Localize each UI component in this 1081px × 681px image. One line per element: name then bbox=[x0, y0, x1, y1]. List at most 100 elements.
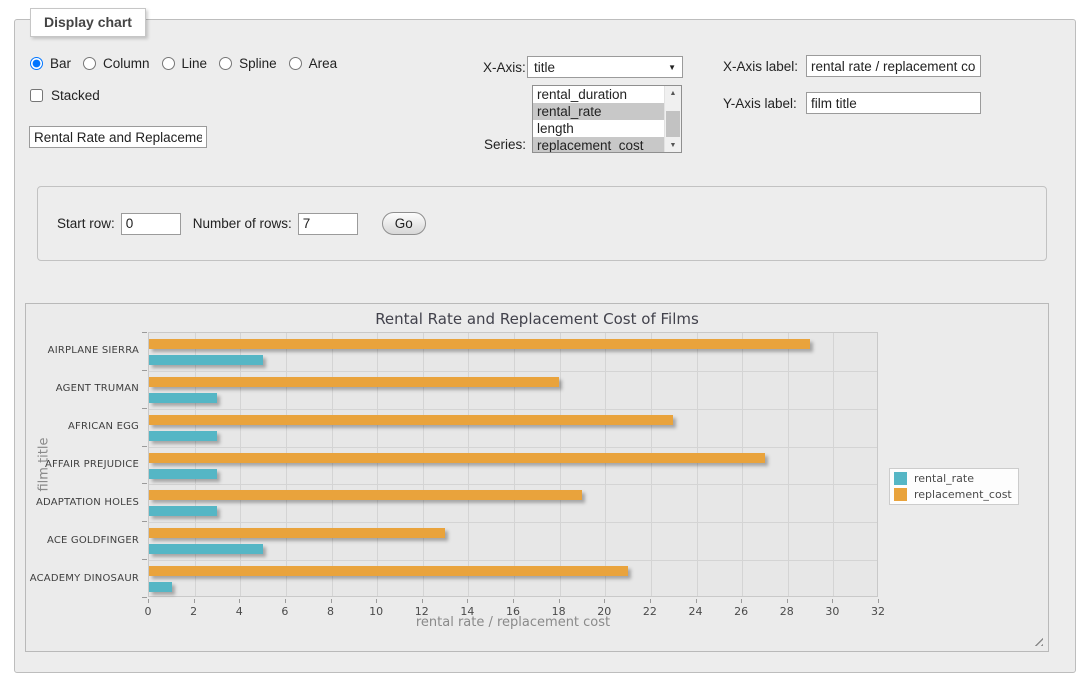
gridline-horizontal bbox=[149, 560, 877, 561]
chart-type-radio-bar[interactable] bbox=[30, 57, 43, 70]
chart-type-radio-spline[interactable] bbox=[219, 57, 232, 70]
chart-type-label-column[interactable]: Column bbox=[103, 56, 150, 71]
y-tick-mark bbox=[142, 559, 147, 560]
start-row-input[interactable] bbox=[121, 213, 181, 235]
bar-replacement_cost bbox=[149, 453, 765, 463]
y-tick-mark bbox=[142, 408, 147, 409]
gridline-horizontal bbox=[149, 447, 877, 448]
x-tick-label: 24 bbox=[689, 605, 703, 618]
stacked-checkbox[interactable] bbox=[30, 89, 43, 102]
chart-type-radio-area[interactable] bbox=[289, 57, 302, 70]
y-axis-label-input[interactable] bbox=[806, 92, 981, 114]
gridline-vertical bbox=[286, 333, 287, 596]
scroll-up-icon[interactable]: ▲ bbox=[665, 86, 681, 100]
x-tick-mark bbox=[696, 599, 697, 603]
bar-rental_rate bbox=[149, 582, 172, 592]
scrollbar-thumb[interactable] bbox=[666, 111, 680, 137]
page: Display chart BarColumnLineSplineArea St… bbox=[0, 0, 1081, 681]
x-tick-label: 14 bbox=[460, 605, 474, 618]
gridline-vertical bbox=[468, 333, 469, 596]
y-tick-mark bbox=[142, 483, 147, 484]
stacked-label[interactable]: Stacked bbox=[51, 88, 100, 103]
gridline-vertical bbox=[514, 333, 515, 596]
series-listbox[interactable]: rental_durationrental_ratelengthreplacem… bbox=[532, 85, 682, 153]
chart-type-label-area[interactable]: Area bbox=[309, 56, 338, 71]
chart-title: Rental Rate and Replacement Cost of Film… bbox=[26, 310, 1048, 328]
x-tick-mark bbox=[239, 599, 240, 603]
chevron-down-icon: ▼ bbox=[668, 63, 676, 72]
series-option-rental_duration[interactable]: rental_duration bbox=[533, 86, 664, 103]
x-tick-label: 16 bbox=[506, 605, 520, 618]
x-tick-label: 20 bbox=[597, 605, 611, 618]
x-tick-mark bbox=[559, 599, 560, 603]
category-label: ACE GOLDFINGER bbox=[26, 521, 139, 559]
x-tick-label: 30 bbox=[825, 605, 839, 618]
x-axis-select[interactable]: title ▼ bbox=[527, 56, 683, 78]
x-tick-label: 4 bbox=[236, 605, 243, 618]
y-tick-mark bbox=[142, 332, 147, 333]
gridline-vertical bbox=[560, 333, 561, 596]
start-row-label: Start row: bbox=[57, 216, 115, 231]
num-rows-input[interactable] bbox=[298, 213, 358, 235]
num-rows-label: Number of rows: bbox=[193, 216, 292, 231]
x-axis-label-caption: X-Axis label: bbox=[723, 59, 798, 74]
x-tick-label: 28 bbox=[780, 605, 794, 618]
resize-handle-icon[interactable] bbox=[1031, 634, 1043, 646]
gridline-vertical bbox=[697, 333, 698, 596]
chart-title-input[interactable] bbox=[29, 126, 207, 148]
gridline-horizontal bbox=[149, 484, 877, 485]
series-option-replacement_cost[interactable]: replacement_cost bbox=[533, 137, 664, 153]
x-tick-mark bbox=[878, 599, 879, 603]
gridline-vertical bbox=[651, 333, 652, 596]
chart-type-label-spline[interactable]: Spline bbox=[239, 56, 277, 71]
x-tick-mark bbox=[787, 599, 788, 603]
bar-replacement_cost bbox=[149, 415, 673, 425]
listbox-scrollbar[interactable]: ▲ ▼ bbox=[664, 86, 681, 152]
bar-replacement_cost bbox=[149, 490, 582, 500]
legend-item: rental_rate bbox=[894, 472, 1012, 485]
bar-rental_rate bbox=[149, 469, 217, 479]
x-tick-mark bbox=[741, 599, 742, 603]
category-label: ACADEMY DINOSAUR bbox=[26, 559, 139, 597]
x-tick-label: 32 bbox=[871, 605, 885, 618]
chart-type-radio-line[interactable] bbox=[162, 57, 175, 70]
chart-type-label-line[interactable]: Line bbox=[182, 56, 208, 71]
bar-replacement_cost bbox=[149, 339, 810, 349]
chart-container: Rental Rate and Replacement Cost of Film… bbox=[25, 303, 1049, 652]
x-axis-label-input[interactable] bbox=[806, 55, 981, 77]
chart-type-radio-column[interactable] bbox=[83, 57, 96, 70]
scroll-down-icon[interactable]: ▼ bbox=[665, 138, 681, 152]
bar-rental_rate bbox=[149, 431, 217, 441]
series-option-length[interactable]: length bbox=[533, 120, 664, 137]
x-axis-select-label: X-Axis: bbox=[483, 60, 526, 75]
chart-legend: rental_ratereplacement_cost bbox=[889, 468, 1019, 505]
row-range-panel: Start row: Number of rows: Go bbox=[37, 186, 1047, 261]
plot-area bbox=[148, 332, 878, 597]
x-tick-mark bbox=[331, 599, 332, 603]
legend-label: rental_rate bbox=[914, 472, 974, 485]
x-tick-label: 10 bbox=[369, 605, 383, 618]
y-axis-label-caption: Y-Axis label: bbox=[723, 96, 797, 111]
gridline-vertical bbox=[788, 333, 789, 596]
gridline-vertical bbox=[833, 333, 834, 596]
bar-rental_rate bbox=[149, 393, 217, 403]
stacked-checkbox-row: Stacked bbox=[30, 88, 100, 103]
go-button[interactable]: Go bbox=[382, 212, 426, 235]
chart-type-label-bar[interactable]: Bar bbox=[50, 56, 71, 71]
category-label: ADAPTATION HOLES bbox=[26, 483, 139, 521]
bar-rental_rate bbox=[149, 355, 263, 365]
x-tick-label: 8 bbox=[327, 605, 334, 618]
series-option-rental_rate[interactable]: rental_rate bbox=[533, 103, 664, 120]
y-tick-mark bbox=[142, 446, 147, 447]
x-tick-mark bbox=[422, 599, 423, 603]
x-tick-mark bbox=[194, 599, 195, 603]
x-tick-mark bbox=[467, 599, 468, 603]
x-tick-mark bbox=[832, 599, 833, 603]
bar-replacement_cost bbox=[149, 528, 445, 538]
bar-rental_rate bbox=[149, 506, 217, 516]
gridline-horizontal bbox=[149, 371, 877, 372]
x-tick-label: 26 bbox=[734, 605, 748, 618]
x-tick-label: 6 bbox=[281, 605, 288, 618]
x-tick-label: 18 bbox=[552, 605, 566, 618]
gridline-vertical bbox=[195, 333, 196, 596]
